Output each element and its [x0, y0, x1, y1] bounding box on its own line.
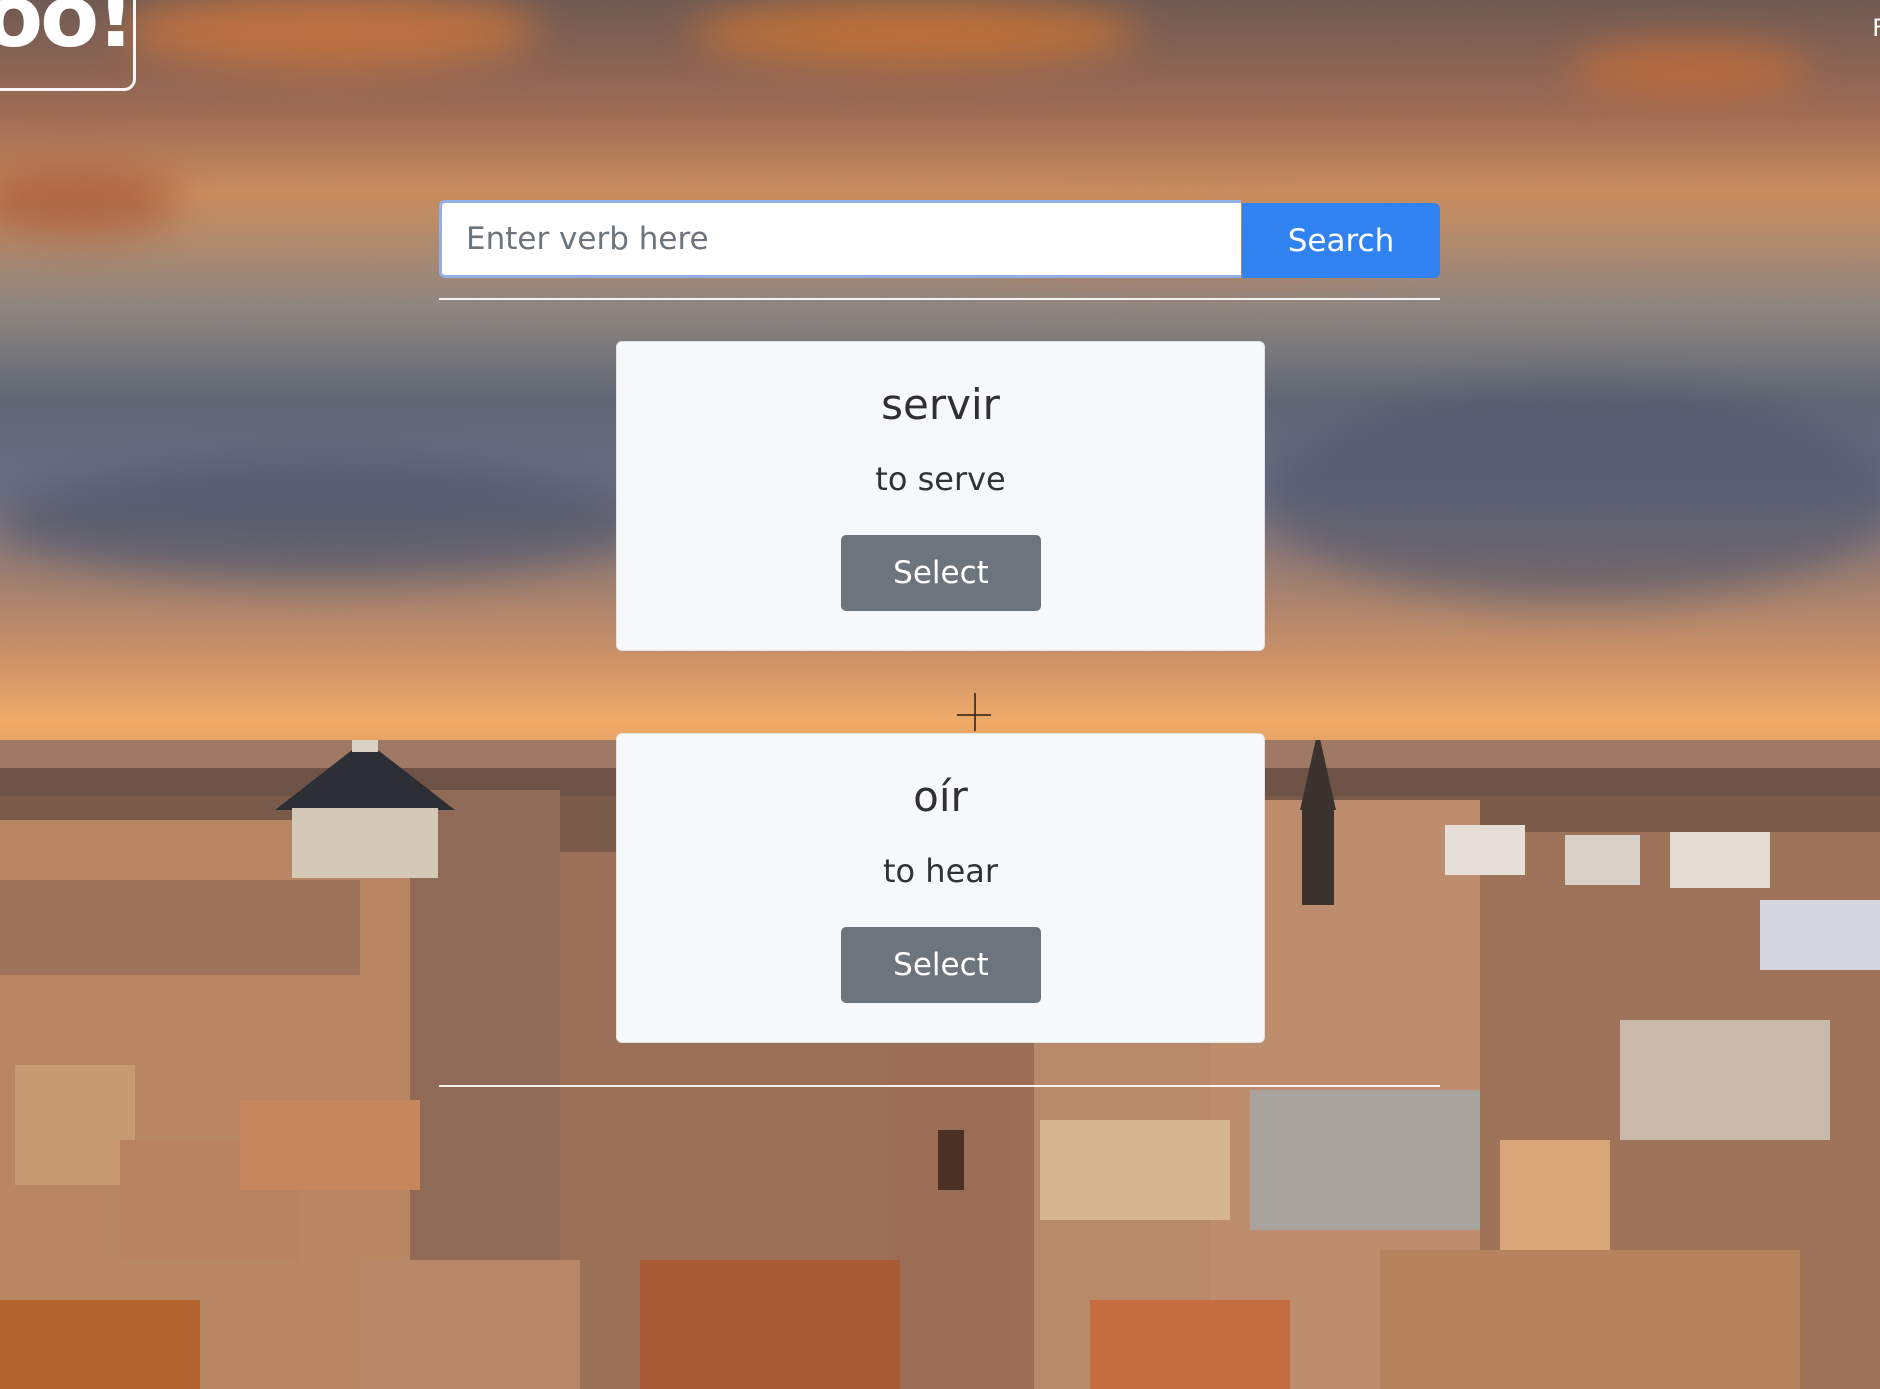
search-input[interactable]	[439, 200, 1241, 278]
cursor-crosshair	[974, 693, 976, 731]
cloud-shape	[690, 0, 1140, 65]
cloud-shape	[0, 460, 650, 580]
verb-title: servir	[881, 380, 1000, 429]
verb-title: oír	[913, 772, 968, 821]
verb-result-card: servir to serve Select	[616, 341, 1265, 651]
top-divider	[439, 298, 1440, 300]
brand-logo: oo!	[0, 0, 135, 67]
search-bar: Search	[439, 200, 1440, 300]
cursor-crosshair	[957, 714, 991, 716]
select-button[interactable]: Select	[841, 927, 1041, 1003]
cloud-shape	[120, 0, 540, 70]
verb-meaning: to hear	[882, 852, 999, 890]
cloud-shape	[0, 165, 180, 235]
cloud-shape	[1260, 390, 1880, 600]
verb-result-card: oír to hear Select	[616, 733, 1265, 1043]
cloud-shape	[1570, 42, 1810, 97]
search-button[interactable]: Search	[1242, 203, 1440, 278]
bottom-divider	[439, 1085, 1440, 1087]
verb-meaning: to serve	[875, 460, 1006, 498]
header-right-text: F	[1872, 14, 1880, 42]
select-button[interactable]: Select	[841, 535, 1041, 611]
